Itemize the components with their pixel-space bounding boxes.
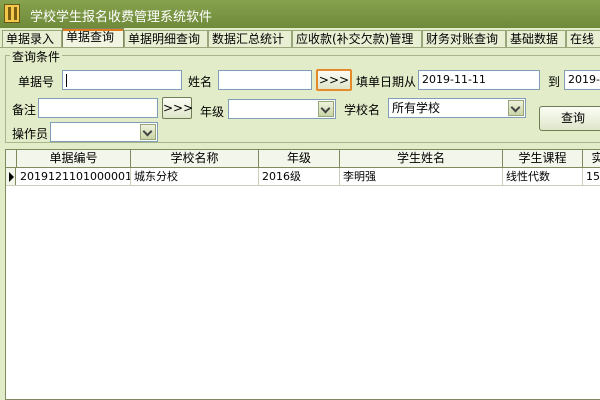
- name-input[interactable]: [218, 70, 312, 90]
- doc-no-input[interactable]: [62, 70, 182, 90]
- table-cell[interactable]: 李明强: [340, 168, 503, 185]
- name-lookup-button[interactable]: >>>: [316, 69, 352, 91]
- tab-summary-stats[interactable]: 数据汇总统计: [208, 30, 292, 47]
- tab-receivables[interactable]: 应收款(补交欠款)管理: [292, 30, 422, 47]
- tab-document-query[interactable]: 单据查询: [62, 28, 124, 47]
- tab-online[interactable]: 在线: [566, 30, 600, 47]
- remark-label: 备注: [12, 103, 37, 117]
- column-header[interactable]: 学生姓名: [340, 150, 503, 167]
- school-select[interactable]: 所有学校: [388, 98, 526, 118]
- date-to-input[interactable]: 2019-1: [564, 70, 600, 90]
- title-bar: 学校学生报名收费管理系统软件: [0, 0, 600, 28]
- column-header[interactable]: 学生课程: [503, 150, 583, 167]
- chevron-down-icon[interactable]: [508, 100, 524, 116]
- table-cell[interactable]: 158: [583, 168, 600, 185]
- results-table[interactable]: 单据编号 学校名称 年级 学生姓名 学生课程 实 201912110100000…: [5, 149, 600, 400]
- operator-label: 操作员: [12, 127, 49, 141]
- search-button[interactable]: 查询: [539, 106, 600, 131]
- tab-strip: 单据录入 单据查询 单据明细查询 数据汇总统计 应收款(补交欠款)管理 财务对账…: [0, 28, 600, 48]
- header-corner: [6, 150, 17, 167]
- tab-document-entry[interactable]: 单据录入: [2, 30, 62, 47]
- tab-detail-query[interactable]: 单据明细查询: [124, 30, 208, 47]
- name-label: 姓名: [188, 75, 213, 89]
- table-cell[interactable]: 2016级: [259, 168, 340, 185]
- table-cell[interactable]: 2019121101000001: [17, 168, 131, 185]
- table-row[interactable]: 2019121101000001 城东分校 2016级 李明强 线性代数 158: [6, 168, 600, 186]
- text-cursor: [66, 73, 67, 87]
- date-from-label: 填单日期从: [356, 75, 417, 89]
- grade-label: 年级: [200, 105, 225, 119]
- school-label: 学校名: [344, 103, 381, 117]
- remark-input[interactable]: [38, 98, 158, 118]
- tab-basic-data[interactable]: 基础数据: [506, 30, 566, 47]
- app-icon: [4, 4, 20, 23]
- table-cell[interactable]: 线性代数: [503, 168, 583, 185]
- query-conditions-title: 查询条件: [10, 48, 63, 65]
- doc-no-label: 单据号: [18, 75, 55, 89]
- column-header[interactable]: 年级: [259, 150, 340, 167]
- chevron-down-icon[interactable]: [140, 124, 156, 140]
- table-cell[interactable]: 城东分校: [131, 168, 259, 185]
- remark-lookup-button[interactable]: >>>: [162, 97, 193, 119]
- operator-select[interactable]: [50, 122, 158, 142]
- column-header[interactable]: 实: [583, 150, 600, 167]
- date-from-input[interactable]: 2019-11-11: [418, 70, 540, 90]
- current-row-arrow-icon: [6, 168, 16, 185]
- table-header: 单据编号 学校名称 年级 学生姓名 学生课程 实: [6, 150, 600, 168]
- window-title: 学校学生报名收费管理系统软件: [30, 10, 213, 25]
- chevron-down-icon[interactable]: [318, 101, 334, 117]
- column-header[interactable]: 学校名称: [131, 150, 259, 167]
- date-to-label: 到: [548, 75, 561, 89]
- column-header[interactable]: 单据编号: [17, 150, 131, 167]
- grade-select[interactable]: [228, 99, 336, 119]
- tab-financial-reconciliation[interactable]: 财务对账查询: [422, 30, 506, 47]
